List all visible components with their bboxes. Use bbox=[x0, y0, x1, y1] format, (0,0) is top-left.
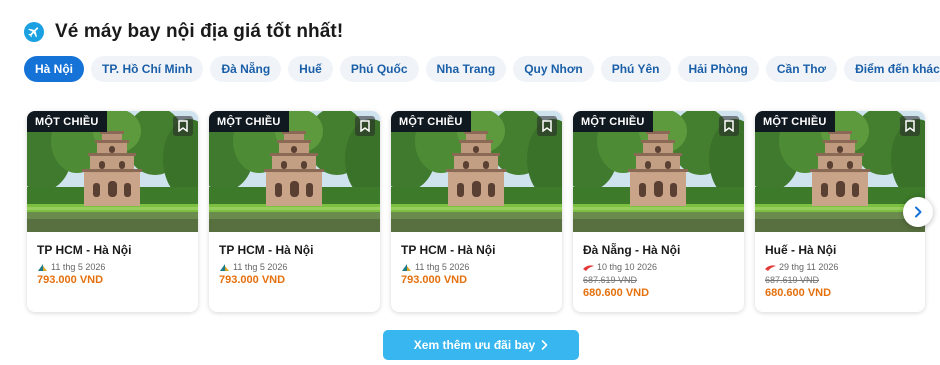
deal-card[interactable]: MỘT CHIỀU Huế - Hà Nội 29 thg 11 2026 68… bbox=[755, 111, 925, 312]
price: 793.000 VND bbox=[401, 274, 468, 286]
bookmark-icon[interactable] bbox=[173, 116, 193, 136]
route-text: TP HCM - Hà Nội bbox=[401, 243, 496, 257]
tab-da-nang[interactable]: Đà Nẵng bbox=[210, 56, 282, 82]
tab-diem-den-khac[interactable]: Điểm đến khác bbox=[844, 56, 940, 82]
flight-date-row: 11 thg 5 2026 bbox=[401, 262, 552, 272]
price: 680.600 VND bbox=[583, 287, 650, 299]
flight-date: 11 thg 5 2026 bbox=[51, 262, 106, 272]
route-text: Huế - Hà Nội bbox=[765, 243, 837, 257]
vietnam-airlines-icon bbox=[402, 263, 411, 271]
original-price: 687.619 VND bbox=[765, 275, 820, 285]
deal-cards-carousel: MỘT CHIỀU TP HCM - Hà Nội 11 thg 5 2026 … bbox=[27, 111, 925, 312]
flight-date-row: 11 thg 5 2026 bbox=[37, 262, 188, 272]
route-text: TP HCM - Hà Nội bbox=[37, 243, 132, 257]
original-price: 687.619 VND bbox=[583, 275, 638, 285]
chevron-right-icon bbox=[915, 206, 922, 218]
tab-phu-quoc[interactable]: Phú Quốc bbox=[339, 56, 419, 82]
trip-type-badge: MỘT CHIỀU bbox=[27, 111, 107, 132]
flight-date: 11 thg 5 2026 bbox=[415, 262, 470, 272]
tab-nha-trang[interactable]: Nha Trang bbox=[425, 56, 507, 82]
tab-can-tho[interactable]: Cần Thơ bbox=[765, 56, 838, 82]
deal-card[interactable]: MỘT CHIỀU Đà Nẵng - Hà Nội 10 thg 10 202… bbox=[573, 111, 744, 312]
tab-phu-yen[interactable]: Phú Yên bbox=[600, 56, 671, 82]
route-text: Đà Nẵng - Hà Nội bbox=[583, 243, 681, 257]
flight-date: 11 thg 5 2026 bbox=[233, 262, 288, 272]
flight-date: 29 thg 11 2026 bbox=[779, 262, 839, 272]
destination-image: MỘT CHIỀU bbox=[755, 111, 925, 232]
section-title: Vé máy bay nội địa giá tốt nhất! bbox=[55, 21, 344, 42]
bookmark-icon[interactable] bbox=[537, 116, 557, 136]
vietnam-airlines-icon bbox=[220, 263, 229, 271]
deal-card[interactable]: MỘT CHIỀU TP HCM - Hà Nội 11 thg 5 2026 … bbox=[27, 111, 198, 312]
more-deals-label: Xem thêm ưu đãi bay bbox=[413, 338, 536, 352]
route-text: TP HCM - Hà Nội bbox=[219, 243, 314, 257]
tab-hue[interactable]: Huế bbox=[288, 56, 333, 82]
destination-tabs: Hà Nội TP. Hồ Chí Minh Đà Nẵng Huế Phú Q… bbox=[24, 56, 940, 82]
flight-date: 10 thg 10 2026 bbox=[597, 262, 658, 272]
trip-type-badge: MỘT CHIỀU bbox=[209, 111, 289, 132]
tab-quy-nhon[interactable]: Quy Nhơn bbox=[513, 56, 594, 82]
tab-ha-noi[interactable]: Hà Nội bbox=[24, 56, 85, 82]
section-header: Vé máy bay nội địa giá tốt nhất! bbox=[24, 20, 343, 44]
chevron-right-icon bbox=[541, 340, 548, 350]
vietnam-airlines-icon bbox=[38, 263, 47, 271]
price: 793.000 VND bbox=[37, 274, 104, 286]
flight-date-row: 10 thg 10 2026 bbox=[583, 262, 734, 272]
tab-tp-ho-chi-minh[interactable]: TP. Hồ Chí Minh bbox=[91, 56, 204, 82]
plane-icon bbox=[24, 22, 44, 42]
deal-card[interactable]: MỘT CHIỀU TP HCM - Hà Nội 11 thg 5 2026 … bbox=[209, 111, 380, 312]
price: 680.600 VND bbox=[765, 287, 832, 299]
vietjet-icon bbox=[583, 264, 594, 271]
tab-hai-phong[interactable]: Hải Phòng bbox=[677, 56, 759, 82]
price: 793.000 VND bbox=[219, 274, 286, 286]
vietjet-icon bbox=[765, 264, 776, 271]
bookmark-icon[interactable] bbox=[355, 116, 375, 136]
trip-type-badge: MỘT CHIỀU bbox=[755, 111, 835, 132]
flight-date-row: 29 thg 11 2026 bbox=[765, 262, 915, 272]
destination-image: MỘT CHIỀU bbox=[27, 111, 198, 232]
destination-image: MỘT CHIỀU bbox=[391, 111, 562, 232]
destination-image: MỘT CHIỀU bbox=[209, 111, 380, 232]
trip-type-badge: MỘT CHIỀU bbox=[573, 111, 653, 132]
bookmark-icon[interactable] bbox=[719, 116, 739, 136]
destination-image: MỘT CHIỀU bbox=[573, 111, 744, 232]
more-deals-button[interactable]: Xem thêm ưu đãi bay bbox=[383, 330, 579, 360]
flight-date-row: 11 thg 5 2026 bbox=[219, 262, 370, 272]
bookmark-icon[interactable] bbox=[900, 116, 920, 136]
deal-card[interactable]: MỘT CHIỀU TP HCM - Hà Nội 11 thg 5 2026 … bbox=[391, 111, 562, 312]
carousel-next-button[interactable] bbox=[903, 197, 933, 227]
trip-type-badge: MỘT CHIỀU bbox=[391, 111, 471, 132]
flight-deals-section: Vé máy bay nội địa giá tốt nhất! Hà Nội … bbox=[0, 0, 940, 365]
